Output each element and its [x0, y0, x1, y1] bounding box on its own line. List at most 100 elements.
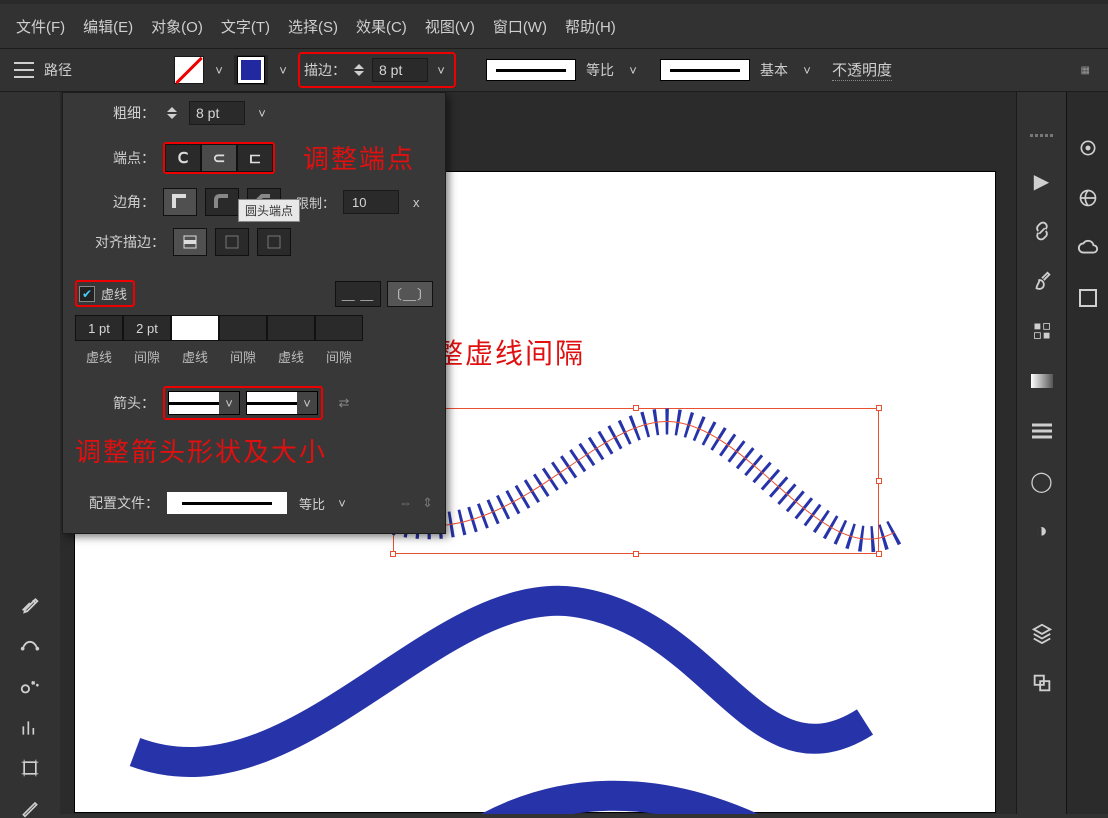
- cap-round-button[interactable]: ⊂: [201, 144, 237, 172]
- slice-tool-icon[interactable]: [14, 798, 46, 818]
- menu-edit[interactable]: 编辑(E): [83, 16, 133, 37]
- menu-help[interactable]: 帮助(H): [565, 16, 616, 37]
- fill-dropdown[interactable]: ˅: [210, 56, 228, 84]
- stroke-weight-field[interactable]: 8 pt: [372, 58, 428, 82]
- limit-unit: x: [413, 195, 420, 210]
- cap-tooltip: 圆头端点: [238, 199, 300, 222]
- limit-label: 限制：: [295, 193, 335, 212]
- menu-view[interactable]: 视图(V): [425, 16, 475, 37]
- swap-arrowheads-icon[interactable]: ⇄: [331, 390, 357, 416]
- align-stroke-label: 对齐描边：: [75, 232, 165, 252]
- dash-gap-labels: 虚线 间隙 虚线 间隙 虚线 间隙: [75, 347, 363, 366]
- dash-align-button[interactable]: 〔⸏〕: [387, 281, 433, 307]
- opacity-label[interactable]: 不透明度: [832, 59, 892, 81]
- canvas[interactable]: × 调整虚线间隔: [60, 92, 1016, 814]
- dashed-line-checkbox[interactable]: ✔: [79, 286, 95, 302]
- stroke-weight-label: 描边：: [304, 60, 346, 80]
- eyedropper-tool-icon[interactable]: [14, 592, 46, 614]
- solid-path-2[interactable]: [415, 772, 835, 814]
- arrowheads-label: 箭头：: [75, 393, 155, 413]
- link-icon[interactable]: [1028, 217, 1056, 245]
- gradient-panel-icon[interactable]: [1028, 367, 1056, 395]
- weight-dropdown[interactable]: ˅: [253, 99, 271, 127]
- swatches-panel-icon[interactable]: [1028, 317, 1056, 345]
- profile-dropdown[interactable]: ˅: [333, 489, 351, 517]
- arrowhead-selectors: ˅ ˅: [163, 386, 323, 420]
- artboards-panel-icon[interactable]: [1028, 669, 1056, 697]
- control-bar: 路径 ˅ ˅ 描边： 8 pt ˅ 等比 ˅ 基本 ˅ 不透明度 ▦: [0, 48, 1108, 92]
- hamburger-icon[interactable]: [14, 62, 34, 78]
- brush-profile-dropdown[interactable]: ˅: [798, 56, 816, 84]
- stroke-panel: 粗细： 8 pt ˅ 端点： Ⅽ ⊂ ⊏ 调整端点 边角：: [62, 92, 446, 534]
- profile-select[interactable]: [167, 492, 287, 514]
- panel-drag-handle[interactable]: [1027, 134, 1057, 137]
- blend-tool-icon[interactable]: [14, 634, 46, 656]
- width-profile-1-label: 等比: [586, 60, 614, 80]
- right-panel-strip: ▶ ◯ ◑: [1016, 92, 1066, 814]
- dash-sub-label: 虚线: [75, 347, 123, 366]
- cap-butt-button[interactable]: Ⅽ: [165, 144, 201, 172]
- annotation-cap: 调整端点: [303, 139, 415, 176]
- width-profile-1-dropdown[interactable]: ˅: [624, 56, 642, 84]
- control-bar-extras-icon[interactable]: ▦: [1081, 65, 1108, 76]
- menu-bar: 文件(F) 编辑(E) 对象(O) 文字(T) 选择(S) 效果(C) 视图(V…: [0, 0, 1108, 48]
- weight-field[interactable]: 8 pt: [189, 101, 245, 125]
- artboard-tool-icon[interactable]: [14, 758, 46, 778]
- width-profile-1[interactable]: [486, 59, 576, 81]
- symbol-sprayer-tool-icon[interactable]: [14, 676, 46, 698]
- gap-field-1[interactable]: 2 pt: [123, 315, 171, 341]
- corner-miter-button[interactable]: [163, 188, 197, 216]
- stroke-weight-stepper[interactable]: [350, 58, 368, 82]
- gap-field-2[interactable]: [219, 315, 267, 341]
- transparency-panel-icon[interactable]: ◯: [1028, 467, 1056, 495]
- align-inside-button[interactable]: [215, 228, 249, 256]
- stroke-dropdown[interactable]: ˅: [274, 56, 292, 84]
- dash-preserve-button[interactable]: ⸏ ⸏: [335, 281, 381, 307]
- menu-effect[interactable]: 效果(C): [356, 16, 407, 37]
- stroke-weight-dropdown[interactable]: ˅: [432, 56, 450, 84]
- brush-panel-icon[interactable]: [1028, 267, 1056, 295]
- brush-profile[interactable]: [660, 59, 750, 81]
- left-tool-strip: [0, 92, 60, 814]
- dashed-path[interactable]: [375, 392, 915, 592]
- flip-horizontal-icon[interactable]: ⇔: [399, 495, 412, 511]
- menu-file[interactable]: 文件(F): [16, 16, 65, 37]
- color-panel-icon[interactable]: [1074, 284, 1102, 312]
- appearance-panel-icon[interactable]: ◑: [1028, 517, 1056, 545]
- dash-field-2[interactable]: [171, 315, 219, 341]
- cap-projecting-button[interactable]: ⊏: [237, 144, 273, 172]
- stroke-swatch[interactable]: [238, 57, 264, 83]
- menu-object[interactable]: 对象(O): [151, 16, 203, 37]
- profile-value-label: 等比: [299, 494, 325, 513]
- dash-gap-fields: 1 pt 2 pt: [75, 315, 363, 341]
- graph-tool-icon[interactable]: [14, 718, 46, 738]
- dash-sub-label: 间隙: [219, 347, 267, 366]
- dash-field-1[interactable]: 1 pt: [75, 315, 123, 341]
- stroke-weight-group: 描边： 8 pt ˅: [298, 52, 456, 88]
- dash-sub-label: 虚线: [171, 347, 219, 366]
- menu-type[interactable]: 文字(T): [221, 16, 270, 37]
- stroke-panel-icon[interactable]: [1028, 417, 1056, 445]
- weight-stepper[interactable]: [163, 101, 181, 125]
- properties-panel-icon[interactable]: [1074, 134, 1102, 162]
- layers-panel-icon[interactable]: [1028, 619, 1056, 647]
- libraries-panel-icon[interactable]: [1074, 184, 1102, 212]
- play-icon[interactable]: ▶: [1028, 167, 1056, 195]
- menu-window[interactable]: 窗口(W): [493, 16, 547, 37]
- gap-field-3[interactable]: [315, 315, 363, 341]
- right-outer-strip: [1066, 92, 1108, 814]
- menu-select[interactable]: 选择(S): [288, 16, 338, 37]
- flip-vertical-icon[interactable]: ⇕: [422, 495, 433, 511]
- cc-libraries-icon[interactable]: [1074, 234, 1102, 262]
- arrowhead-start-select[interactable]: ˅: [168, 391, 240, 415]
- arrowhead-end-select[interactable]: ˅: [246, 391, 318, 415]
- limit-field[interactable]: 10: [343, 190, 399, 214]
- dash-field-3[interactable]: [267, 315, 315, 341]
- align-outside-button[interactable]: [257, 228, 291, 256]
- align-center-button[interactable]: [173, 228, 207, 256]
- fill-swatch[interactable]: [174, 56, 204, 84]
- dash-sub-label: 虚线: [267, 347, 315, 366]
- corner-round-button[interactable]: [205, 188, 239, 216]
- weight-label: 粗细：: [75, 103, 155, 123]
- selection-mode-label: 路径: [44, 60, 72, 80]
